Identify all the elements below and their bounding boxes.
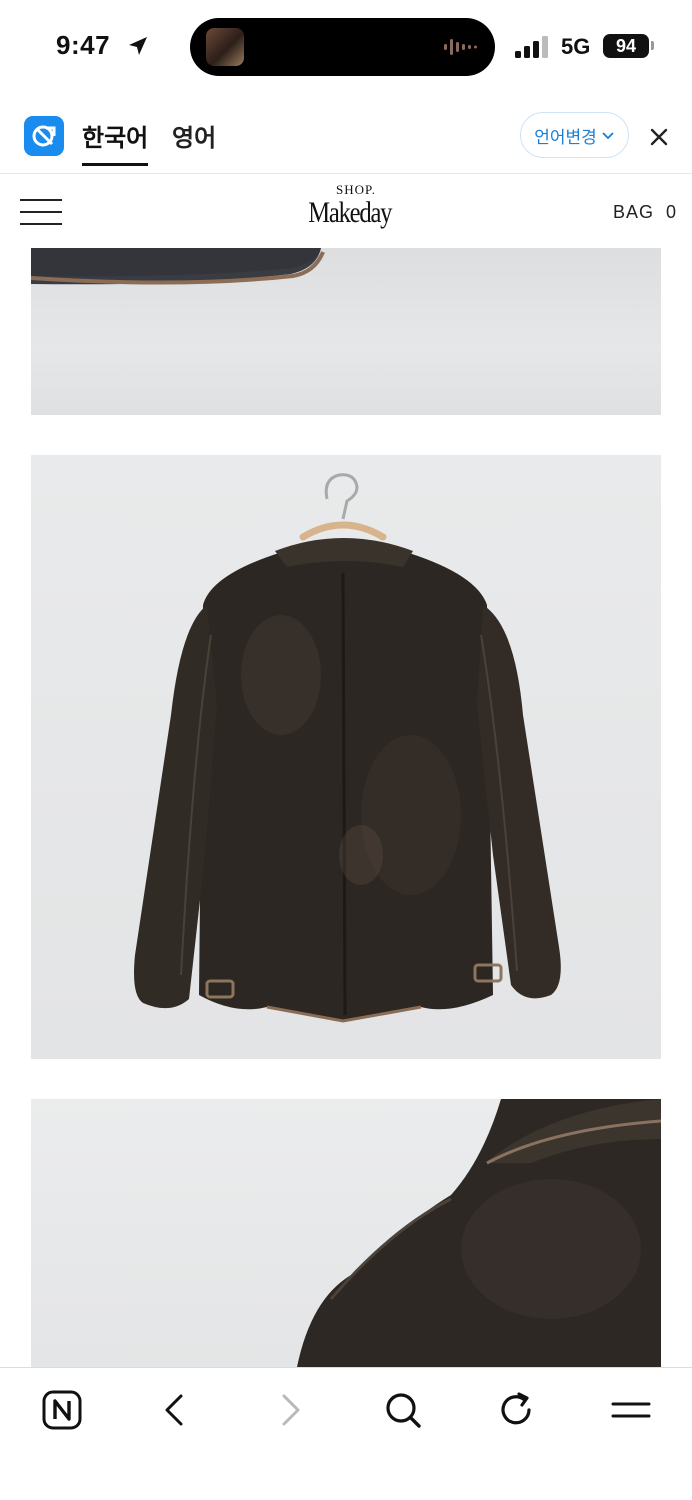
product-image-collar-detail [31,1099,661,1367]
dynamic-island[interactable] [190,18,495,76]
jacket-collar-illustration [297,1099,661,1367]
search-icon[interactable] [381,1388,425,1432]
change-language-button[interactable]: 언어변경 [520,112,629,158]
shop-header: SHOP. Makeday BAG 0 [0,175,692,248]
chevron-down-icon [602,132,614,140]
bag-button[interactable]: BAG 0 [613,202,677,223]
logo-shop-text: SHOP. [335,182,377,197]
product-image-hem-detail [31,248,661,415]
menu-icon[interactable] [609,1388,653,1432]
jacket-back-illustration [134,473,561,1023]
battery-icon: 94 [603,34,649,58]
hamburger-menu-icon[interactable] [20,199,62,225]
status-time: 9:47 [56,30,111,60]
status-bar: 9:47 5G 94 [0,0,692,96]
tab-english[interactable]: 영어 [172,118,216,163]
naver-home-icon[interactable] [40,1388,84,1432]
shop-logo[interactable]: SHOP. Makeday [300,183,392,243]
network-type: 5G [561,34,591,59]
product-image-jacket-back [31,455,661,1059]
browser-toolbar [0,1367,692,1500]
signal-icon [515,36,548,58]
jacket-hem-illustration [31,248,325,285]
back-icon[interactable] [153,1388,197,1432]
translate-bar: 한국어 영어 언어변경 [0,96,692,174]
now-playing-artwork [206,28,244,66]
bag-count: 0 [666,202,678,222]
bag-label: BAG [613,202,655,222]
translate-logo-icon [24,116,64,156]
tab-korean[interactable]: 한국어 [82,118,149,166]
close-icon[interactable] [646,124,672,150]
location-arrow-icon [129,37,147,55]
forward-icon[interactable] [268,1388,312,1432]
battery-tip [651,41,654,50]
reload-icon[interactable] [495,1388,539,1432]
change-language-label: 언어변경 [534,127,597,147]
audio-wave-icon [444,39,477,55]
product-detail-images [0,248,692,1367]
logo-main-text: Makeday [308,196,392,229]
